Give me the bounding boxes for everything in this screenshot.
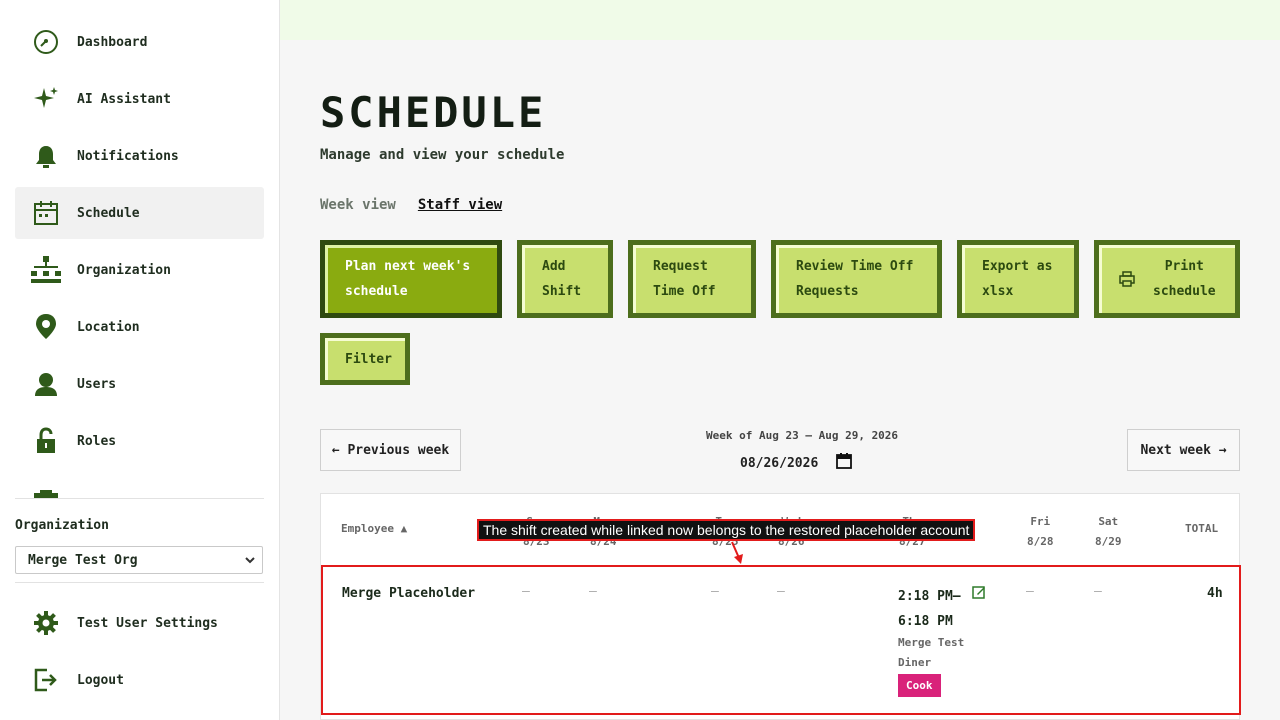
export-xlsx-label: Export as xlsx xyxy=(982,259,1053,299)
edit-icon[interactable] xyxy=(972,584,986,603)
page-subtitle: Manage and view your schedule xyxy=(320,147,565,163)
nav-dashboard-label: Dashboard xyxy=(77,34,148,50)
date-input-value: 08/26/2026 xyxy=(740,455,819,471)
nav-location-label: Location xyxy=(77,319,140,335)
next-week-button[interactable]: Next week → xyxy=(1127,429,1240,471)
nav-roles[interactable]: Roles xyxy=(15,415,264,467)
sidebar: Dashboard AI Assistant Notifications Sch… xyxy=(0,0,280,720)
header-total: TOTAL xyxy=(1185,522,1219,535)
role-badge: Cook xyxy=(898,674,941,697)
nav-organization[interactable]: Organization xyxy=(15,244,264,296)
nav-notifications[interactable]: Notifications xyxy=(15,130,264,182)
org-chart-icon xyxy=(30,254,62,286)
printer-icon xyxy=(1119,271,1135,287)
nav-logout-label: Logout xyxy=(77,672,124,688)
nav-ai-assistant[interactable]: AI Assistant xyxy=(15,73,264,125)
header-sat-date: 8/29 xyxy=(1095,535,1122,548)
tue-empty[interactable]: – xyxy=(711,584,719,599)
calendar-icon xyxy=(30,197,62,229)
header-fri-day: Fri xyxy=(1030,515,1051,528)
week-range-label: Week of Aug 23 – Aug 29, 2026 xyxy=(706,429,899,442)
header-fri: Fri 8/28 xyxy=(1027,512,1054,552)
chevron-down-icon xyxy=(244,553,256,571)
nav-schedule-label: Schedule xyxy=(77,205,140,221)
nav-location[interactable]: Location xyxy=(15,301,264,353)
sat-empty[interactable]: – xyxy=(1094,584,1102,599)
print-schedule-label: Print schedule xyxy=(1153,259,1216,299)
organization-select[interactable]: Merge Test Org xyxy=(15,546,263,574)
shift-location: Merge Test Diner xyxy=(898,636,965,669)
lock-icon xyxy=(30,425,62,457)
page-title: SCHEDULE xyxy=(320,88,547,137)
plan-next-week-label: Plan next week's schedule xyxy=(345,259,471,299)
nav-logout[interactable]: Logout xyxy=(15,654,264,706)
filter-button[interactable]: Filter xyxy=(320,333,410,385)
logout-icon xyxy=(30,664,62,696)
header-sat: Sat 8/29 xyxy=(1095,512,1122,552)
partial-nav-icon xyxy=(30,486,62,498)
review-time-off-label: Review Time Off Requests xyxy=(796,259,914,299)
bell-icon xyxy=(30,140,62,172)
export-xlsx-button[interactable]: Export as xlsx xyxy=(957,240,1079,318)
sidebar-divider xyxy=(15,498,264,499)
tab-week-view[interactable]: Week view xyxy=(320,197,396,213)
filter-label: Filter xyxy=(345,351,392,367)
nav-users[interactable]: Users xyxy=(15,358,264,410)
add-shift-button[interactable]: Add Shift xyxy=(517,240,613,318)
annotation-callout: The shift created while linked now belon… xyxy=(477,519,976,541)
sidebar-divider xyxy=(15,582,264,583)
gear-icon xyxy=(30,607,62,639)
sparkle-icon xyxy=(30,83,62,115)
request-time-off-button[interactable]: Request Time Off xyxy=(628,240,756,318)
organization-select-value: Merge Test Org xyxy=(28,552,138,568)
shift-time[interactable]: 2:18 PM– 6:18 PM xyxy=(898,584,961,634)
plan-next-week-button[interactable]: Plan next week's schedule xyxy=(320,240,502,318)
calendar-picker-icon[interactable] xyxy=(836,453,853,473)
header-sat-day: Sat xyxy=(1098,515,1119,528)
table-row: Merge Placeholder – – – – 2:18 PM– 6:18 … xyxy=(321,565,1241,715)
top-banner xyxy=(280,0,1280,40)
header-employee[interactable]: Employee ▲ xyxy=(341,519,407,539)
employee-name: Merge Placeholder xyxy=(342,586,476,601)
print-schedule-button[interactable]: Print schedule xyxy=(1094,240,1240,318)
nav-roles-label: Roles xyxy=(77,433,117,449)
sun-empty[interactable]: – xyxy=(522,584,530,599)
row-total: 4h xyxy=(1207,586,1223,601)
nav-organization-label: Organization xyxy=(77,262,171,278)
nav-notifications-label: Notifications xyxy=(77,148,179,164)
wed-empty[interactable]: – xyxy=(777,584,785,599)
header-fri-date: 8/28 xyxy=(1027,535,1054,548)
view-tabs: Week view Staff view xyxy=(320,197,502,213)
tab-staff-view[interactable]: Staff view xyxy=(418,197,502,213)
main-content: SCHEDULE Manage and view your schedule W… xyxy=(280,40,1280,720)
organization-label: Organization xyxy=(15,518,109,533)
nav-dashboard[interactable]: Dashboard xyxy=(15,16,264,68)
user-icon xyxy=(30,368,62,400)
nav-ai-assistant-label: AI Assistant xyxy=(77,91,171,107)
date-input[interactable]: 08/26/2026 xyxy=(740,453,853,473)
annotation-arrow-icon xyxy=(731,541,743,564)
nav-users-label: Users xyxy=(77,376,117,392)
dashboard-icon xyxy=(30,26,62,58)
nav-schedule[interactable]: Schedule xyxy=(15,187,264,239)
nav-settings[interactable]: Test User Settings xyxy=(15,597,264,649)
request-time-off-label: Request Time Off xyxy=(653,259,716,299)
add-shift-label: Add Shift xyxy=(542,259,582,299)
location-pin-icon xyxy=(30,311,62,343)
previous-week-button[interactable]: ← Previous week xyxy=(320,429,461,471)
nav-settings-label: Test User Settings xyxy=(77,615,218,631)
mon-empty[interactable]: – xyxy=(589,584,597,599)
review-time-off-button[interactable]: Review Time Off Requests xyxy=(771,240,942,318)
fri-empty[interactable]: – xyxy=(1026,584,1034,599)
